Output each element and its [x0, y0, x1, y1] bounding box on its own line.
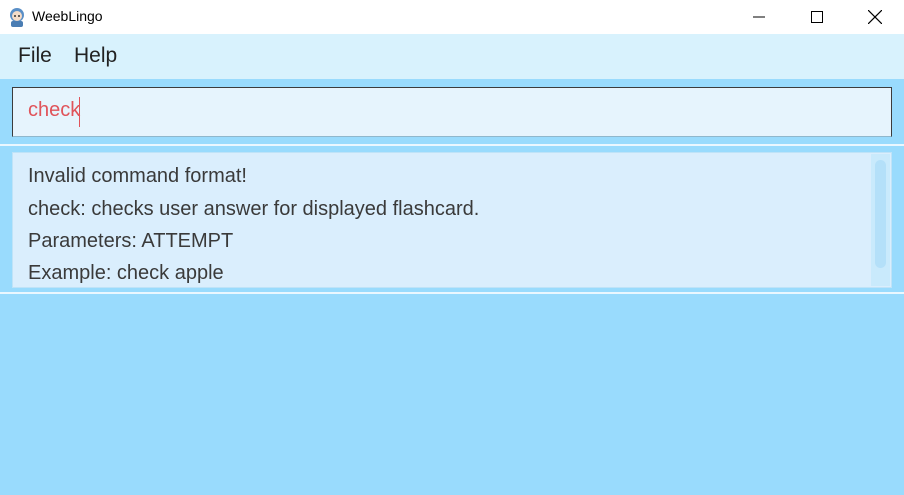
app-icon [10, 8, 24, 27]
minimize-button[interactable] [730, 0, 788, 34]
divider [0, 292, 904, 294]
menu-file[interactable]: File [18, 44, 52, 68]
divider [0, 144, 904, 146]
menu-bar: File Help [0, 34, 904, 79]
result-line: Invalid command format! [28, 165, 247, 187]
minimize-icon [753, 16, 765, 18]
command-input-text: check [28, 99, 81, 121]
scrollbar[interactable] [871, 154, 890, 286]
window-title: WeebLingo [32, 8, 103, 24]
text-cursor [79, 97, 80, 127]
result-line: Parameters: ATTEMPT [28, 230, 234, 252]
command-input[interactable]: check [12, 87, 892, 137]
title-bar: WeebLingo [0, 0, 904, 34]
result-line: check: checks user answer for displayed … [28, 198, 480, 220]
command-panel: check [0, 80, 904, 143]
scrollbar-thumb[interactable] [875, 160, 886, 268]
close-button[interactable] [846, 0, 904, 34]
close-icon [868, 10, 882, 24]
result-line: Example: check apple [28, 262, 224, 284]
maximize-button[interactable] [788, 0, 846, 34]
menu-help[interactable]: Help [74, 44, 117, 68]
result-display[interactable]: Invalid command format! check: checks us… [12, 152, 892, 288]
maximize-icon [811, 11, 823, 23]
